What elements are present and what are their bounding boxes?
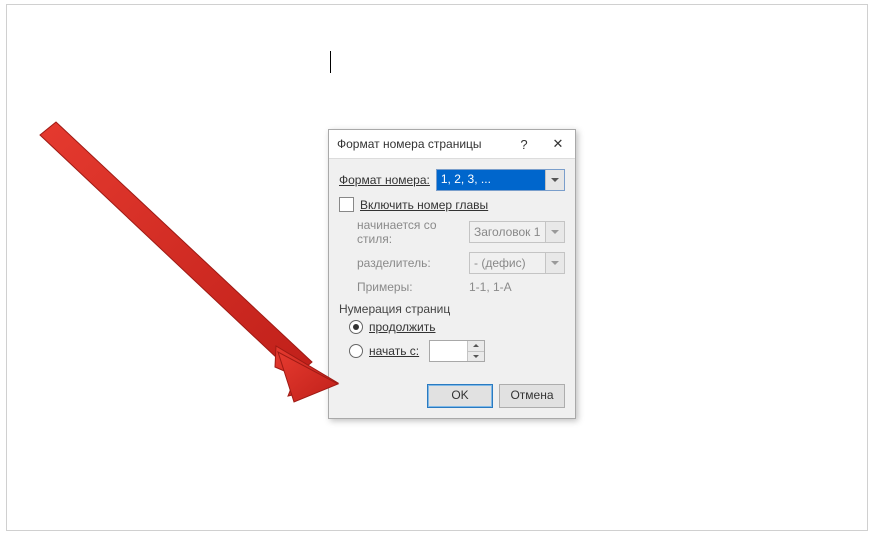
cancel-button[interactable]: Отмена xyxy=(499,384,565,408)
text-cursor xyxy=(330,51,331,73)
separator-combo: - (дефис) xyxy=(469,252,565,274)
starts-style-label: начинается со стиля: xyxy=(357,218,469,246)
dialog-titlebar: Формат номера страницы ? ✕ xyxy=(329,130,575,159)
continue-radio[interactable] xyxy=(349,320,363,334)
page-number-format-dialog: Формат номера страницы ? ✕ Формат номера… xyxy=(328,129,576,419)
separator-label: разделитель: xyxy=(357,256,469,270)
continue-radio-row[interactable]: продолжить xyxy=(349,320,565,334)
include-chapter-checkbox[interactable] xyxy=(339,197,354,212)
number-format-label: Формат номера: xyxy=(339,173,430,187)
start-at-label: начать с: xyxy=(369,344,419,358)
continue-label: продолжить xyxy=(369,320,435,334)
ok-button[interactable]: OK xyxy=(427,384,493,408)
starts-style-combo: Заголовок 1 xyxy=(469,221,565,243)
chevron-down-icon xyxy=(545,222,564,242)
include-chapter-label: Включить номер главы xyxy=(360,198,488,212)
start-at-value[interactable] xyxy=(430,341,467,361)
number-format-selected: 1, 2, 3, ... xyxy=(437,170,545,190)
number-format-row: Формат номера: 1, 2, 3, ... xyxy=(339,169,565,191)
examples-value: 1-1, 1-A xyxy=(469,280,512,294)
start-at-radio-row[interactable]: начать с: xyxy=(349,340,565,362)
start-at-spinner[interactable] xyxy=(429,340,485,362)
examples-label: Примеры: xyxy=(357,280,469,294)
page-numbering-group: продолжить начать с: xyxy=(339,320,565,362)
dialog-buttons: OK Отмена xyxy=(329,376,575,418)
number-format-combo[interactable]: 1, 2, 3, ... xyxy=(436,169,565,191)
help-button[interactable]: ? xyxy=(507,130,541,158)
spinner-down-icon[interactable] xyxy=(468,352,484,362)
chapter-subgroup: начинается со стиля: Заголовок 1 раздели… xyxy=(339,218,565,294)
chevron-down-icon xyxy=(545,253,564,273)
page-numbering-label: Нумерация страниц xyxy=(339,302,565,316)
close-button[interactable]: ✕ xyxy=(541,130,575,158)
starts-style-value: Заголовок 1 xyxy=(470,225,545,239)
chevron-down-icon[interactable] xyxy=(545,170,564,190)
include-chapter-row[interactable]: Включить номер главы xyxy=(339,197,565,212)
dialog-title: Формат номера страницы xyxy=(337,137,507,151)
spinner-up-icon[interactable] xyxy=(468,341,484,352)
start-at-radio[interactable] xyxy=(349,344,363,358)
dialog-body: Формат номера: 1, 2, 3, ... Включить ном… xyxy=(329,159,575,376)
separator-value: - (дефис) xyxy=(470,256,545,270)
